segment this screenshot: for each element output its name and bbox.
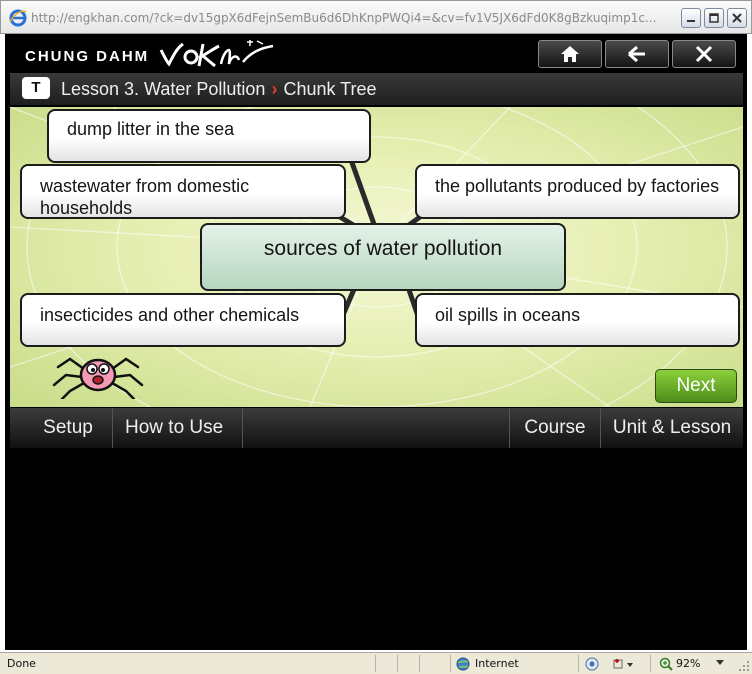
t-badge: T	[22, 77, 50, 99]
next-button[interactable]: Next	[655, 369, 737, 403]
zoom-level[interactable]: 92%	[676, 657, 700, 670]
chunk-box-2[interactable]: wastewater from domestic households	[20, 164, 346, 219]
chunk-text-3: the pollutants produced by factories	[435, 176, 720, 196]
protected-mode-icon[interactable]	[585, 657, 599, 671]
brand-text: CHUNG DAHM	[25, 47, 150, 65]
chunk-text-2: wastewater from domestic households	[40, 176, 250, 218]
breadcrumb: T Lesson 3. Water Pollution › Chunk Tree	[10, 73, 743, 105]
status-divider	[375, 655, 376, 672]
status-divider	[397, 655, 398, 672]
window-title-url: http://engkhan.com/?ck=dv15gpX6dFejnSemB…	[31, 11, 657, 25]
popup-blocker-icon[interactable]	[612, 657, 634, 671]
home-button[interactable]	[538, 40, 602, 68]
chunk-box-1[interactable]: dump litter in the sea	[47, 109, 371, 163]
maximize-icon	[709, 13, 719, 23]
status-divider	[578, 655, 579, 672]
chunk-text-5: oil spills in oceans	[435, 305, 581, 325]
breadcrumb-text: Lesson 3. Water Pollution › Chunk Tree	[61, 79, 377, 100]
zoom-icon[interactable]	[659, 657, 673, 671]
center-chunk[interactable]: sources of water pollution	[200, 223, 566, 291]
chunk-box-4[interactable]: insecticides and other chemicals	[20, 293, 346, 347]
maximize-button[interactable]	[704, 8, 724, 28]
close-window-button[interactable]	[727, 8, 747, 28]
status-text: Done	[7, 657, 36, 670]
center-chunk-text: sources of water pollution	[263, 237, 503, 260]
nav-how-to-use[interactable]: How to Use	[113, 408, 243, 448]
arrow-left-icon	[628, 45, 645, 63]
nav-unit-lesson[interactable]: Unit & Lesson	[601, 408, 743, 448]
ie-icon	[9, 9, 27, 27]
chunk-text-1: dump litter in the sea	[67, 119, 235, 139]
brand: CHUNG DAHM	[25, 40, 277, 68]
chunk-text-4: insecticides and other chemicals	[40, 305, 300, 325]
close-icon	[732, 13, 742, 23]
exit-button[interactable]	[672, 40, 736, 68]
back-button[interactable]	[605, 40, 669, 68]
bottom-nav: Setup How to Use Course Unit & Lesson	[10, 408, 743, 448]
status-bar: Done Internet 92%	[0, 652, 752, 674]
zone-text: Internet	[475, 657, 519, 670]
home-icon	[561, 46, 579, 62]
nav-course[interactable]: Course	[509, 408, 601, 448]
chunk-tree-stage: dump litter in the sea wastewater from d…	[10, 107, 743, 407]
app-frame: CHUNG DAHM T Lesson 3. Water Pollution › C…	[5, 34, 747, 650]
chunk-box-3[interactable]: the pollutants produced by factories	[415, 164, 740, 219]
breadcrumb-lesson: Lesson 3. Water Pollution	[61, 79, 266, 99]
close-x-icon	[695, 45, 713, 63]
window-titlebar: http://engkhan.com/?ck=dv15gpX6dFejnSemB…	[0, 0, 752, 34]
globe-icon	[456, 657, 470, 671]
breadcrumb-page: Chunk Tree	[283, 79, 377, 99]
chevron-down-icon[interactable]	[716, 660, 724, 666]
nav-setup[interactable]: Setup	[24, 408, 113, 448]
spider-mascot	[52, 357, 144, 399]
chunk-box-5[interactable]: oil spills in oceans	[415, 293, 740, 347]
minimize-icon	[687, 20, 695, 22]
resize-grip-icon[interactable]	[738, 660, 750, 672]
vokhan-logo	[159, 40, 274, 68]
status-divider	[450, 655, 451, 672]
status-divider	[650, 655, 651, 672]
status-divider	[419, 655, 420, 672]
breadcrumb-arrow-icon: ›	[271, 79, 278, 99]
minimize-button[interactable]	[681, 8, 701, 28]
